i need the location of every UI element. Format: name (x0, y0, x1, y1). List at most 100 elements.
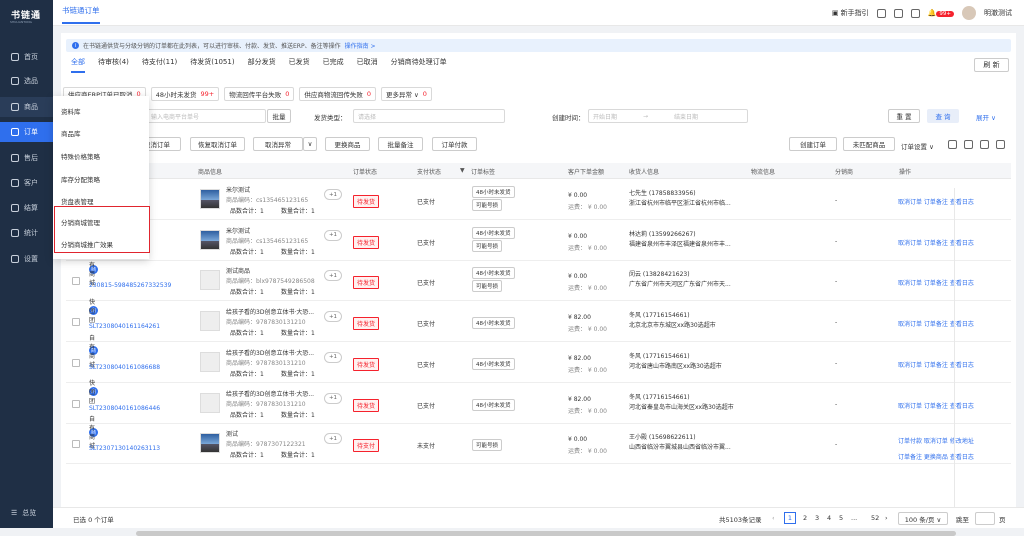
batch-remark-button[interactable]: 批量备注 (378, 137, 423, 151)
query-button[interactable]: 查 询 (927, 109, 959, 123)
order-number-input[interactable]: 输入电商平台单号 (146, 109, 266, 123)
chip-48h-unshipped[interactable]: 48小时未发货 99+ (150, 87, 220, 101)
per-page-select[interactable]: 100 条/页 ∨ (898, 512, 948, 525)
row-checkbox[interactable] (72, 277, 80, 286)
chip-more-abnormal[interactable]: 更多异常 ∨ 0 (380, 87, 432, 101)
order-tag: 48小时未发货 (472, 226, 515, 239)
page-52[interactable]: 52 (871, 514, 879, 522)
next-page-icon[interactable]: › (885, 514, 888, 522)
sidebar-item-customers[interactable]: 客户 (0, 173, 53, 193)
date-range-picker[interactable]: 开始日期 → 结束日期 (588, 109, 748, 123)
row-actions[interactable]: 取消订单 订单备注 查看日志 (898, 360, 974, 369)
sidebar-overview[interactable]: ☰ 总览 (11, 508, 36, 518)
table-row: 商快团团 SLT2308040161164261 给孩子看的3D创意立体书·大恐..… (66, 299, 1011, 343)
row-checkbox[interactable] (72, 440, 80, 449)
guide-link[interactable]: ▣ 新手指引 (832, 8, 869, 18)
row-actions[interactable]: 取消订单 订单备注 查看日志 (898, 278, 974, 287)
menu-item-stock-allocation[interactable]: 库存分配策略 (61, 174, 100, 184)
unmatched-product-button[interactable]: 未匹配商品 (843, 137, 895, 151)
tab-distributor[interactable]: 分销商待处理订单 (391, 57, 447, 73)
notice-bar: i 在书链通供货与分级分销的订单都在此列表，可以进行审核、付款、发货、推送ERP… (66, 39, 1011, 52)
page-1[interactable]: 1 (784, 512, 796, 524)
receiver-name: 冬风 (17716154661) (629, 312, 690, 320)
order-settings-dropdown[interactable]: 订单设置 ∨ (901, 141, 934, 151)
guide-doc-link[interactable]: 操作指南 > (345, 41, 376, 50)
settings-icon (11, 255, 19, 263)
goto-page-input[interactable] (975, 512, 995, 525)
tab-cancelled[interactable]: 已取消 (357, 57, 378, 73)
order-tag: 48小时未发货 (472, 186, 515, 198)
tab-partial-ship[interactable]: 部分发货 (248, 57, 276, 73)
row-actions[interactable]: 取消订单 订单备注 查看日志 (898, 197, 974, 206)
tab-pending-ship[interactable]: 待发货(1051) (190, 57, 234, 73)
change-product-button[interactable]: 更换商品 (325, 137, 370, 151)
sidebar-item-stats[interactable]: 统计 (0, 223, 53, 243)
tab-pending-review[interactable]: 待审核(4) (98, 57, 129, 73)
username[interactable]: 明澈测试 (984, 8, 1012, 18)
expand-toggle[interactable]: 展开 ∨ (976, 112, 996, 122)
sidebar-item-select[interactable]: 选品 (0, 71, 53, 91)
download-icon[interactable] (910, 8, 920, 18)
product-name: 测试商品 (226, 268, 251, 276)
page-4[interactable]: 4 (827, 514, 831, 522)
freight-amount: 运费： ¥ 0.00 (568, 366, 607, 374)
bell-icon[interactable]: 🔔 99+ (928, 9, 954, 17)
batch-button[interactable]: 批量 (267, 109, 291, 123)
row-actions[interactable]: 取消订单 订单备注 查看日志 (898, 319, 974, 328)
export-icon[interactable] (980, 140, 989, 149)
cancel-abnormal-button[interactable]: 取消异常 (253, 137, 303, 151)
row-checkbox[interactable] (72, 318, 80, 327)
gear-icon[interactable] (964, 140, 973, 149)
order-pay-button[interactable]: 订单付款 (432, 137, 477, 151)
avatar[interactable] (962, 6, 976, 20)
sidebar-item-settings[interactable]: 设置 (0, 249, 53, 269)
tab-shipped[interactable]: 已发货 (289, 57, 310, 73)
tab-orders[interactable]: 书链通订单 (62, 5, 100, 24)
headset-icon[interactable] (876, 8, 886, 18)
ship-type-select[interactable]: 请选择 (353, 109, 505, 123)
sidebar-item-products[interactable]: 商品 (0, 97, 53, 117)
row-checkbox[interactable] (72, 358, 80, 367)
order-number-link[interactable]: SLT2308040161164261 (89, 323, 160, 330)
sidebar-item-orders[interactable]: 订单 (0, 122, 53, 142)
chip-logistics-fail[interactable]: 物流回传平台失败 0 (224, 87, 295, 101)
row-actions-2[interactable]: 订单备注 更换商品 查看日志 (898, 452, 974, 461)
horizontal-scrollbar[interactable] (136, 531, 956, 536)
quantity-total: 数量合计：1 (281, 289, 315, 297)
row-actions[interactable]: 取消订单 订单备注 查看日志 (898, 401, 974, 410)
order-number-link[interactable]: SLT2308040161086446 (89, 405, 160, 412)
sidebar-item-aftersale[interactable]: 售后 (0, 148, 53, 168)
page-3[interactable]: 3 (815, 514, 819, 522)
selected-count: 已选 0 个订单 (73, 516, 114, 524)
page-ellipsis[interactable]: ... (851, 514, 857, 522)
order-number-link[interactable]: SLT2308040161086688 (89, 364, 160, 371)
filter-icon[interactable]: ▼ (460, 167, 465, 174)
menu-item-pallet-manage[interactable]: 货盘表管理 (61, 196, 94, 206)
menu-item-library[interactable]: 资料库 (61, 106, 81, 116)
page-2[interactable]: 2 (803, 514, 807, 522)
restore-cancel-button[interactable]: 恢复取消订单 (190, 137, 245, 151)
sidebar-item-settlement[interactable]: 结算 (0, 198, 53, 218)
refresh-button[interactable]: 刷 新 (974, 58, 1009, 72)
row-actions[interactable]: 订单付款 取消订单 修改地址 (898, 436, 974, 445)
order-number-link[interactable]: 230815-598485267332539 (89, 282, 171, 289)
order-number-link[interactable]: SLT2307130140263113 (89, 445, 160, 452)
page-5[interactable]: 5 (839, 514, 843, 522)
menu-item-special-price[interactable]: 特殊价格策略 (61, 151, 100, 161)
row-actions[interactable]: 取消订单 订单备注 查看日志 (898, 238, 974, 247)
tab-pending-pay[interactable]: 待支付(11) (142, 57, 177, 73)
reset-button[interactable]: 重 置 (888, 109, 920, 123)
row-checkbox[interactable] (72, 399, 80, 408)
create-order-button[interactable]: 创建订单 (789, 137, 837, 151)
sidebar-item-home[interactable]: 首页 (0, 47, 53, 67)
chip-supplier-logistics-fail[interactable]: 供应商物流回传失败 0 (299, 87, 376, 101)
chevron-down-icon[interactable]: ∨ (303, 137, 317, 151)
tab-completed[interactable]: 已完成 (323, 57, 344, 73)
reload-icon[interactable] (948, 140, 957, 149)
help-icon[interactable] (893, 8, 903, 18)
menu-item-product-library[interactable]: 商品库 (61, 128, 81, 138)
prev-page-icon[interactable]: ‹ (772, 514, 775, 522)
edit-icon[interactable] (996, 140, 1005, 149)
tab-all[interactable]: 全部 (71, 57, 85, 73)
quantity-total: 数量合计：1 (281, 411, 315, 419)
